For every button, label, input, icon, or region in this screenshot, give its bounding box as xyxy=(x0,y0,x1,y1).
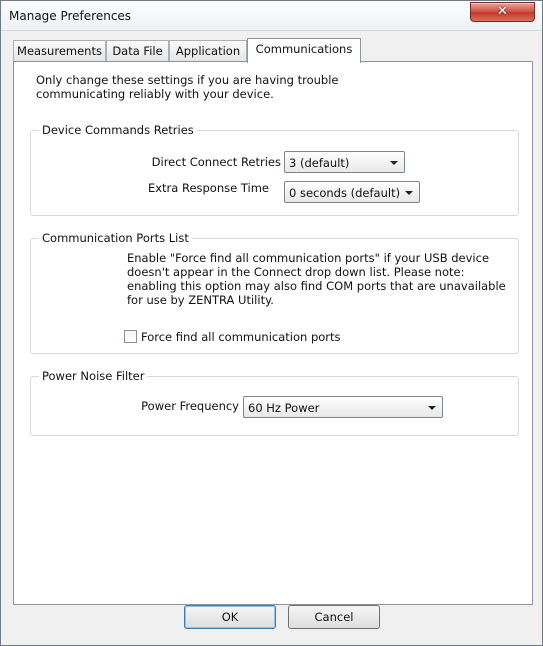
tab-label: Communications xyxy=(255,42,353,56)
power-frequency-select[interactable]: 60 Hz Power xyxy=(243,396,443,418)
window-title: Manage Preferences xyxy=(9,9,132,23)
extra-response-time-select[interactable]: 0 seconds (default) xyxy=(284,181,420,203)
device-retries-title: Device Commands Retries xyxy=(39,123,197,137)
direct-connect-value: 3 (default) xyxy=(289,156,350,170)
tab-label: Measurements xyxy=(17,44,102,58)
ok-button[interactable]: OK xyxy=(184,605,276,629)
tab-communications[interactable]: Communications xyxy=(247,38,361,63)
tab-application[interactable]: Application xyxy=(169,40,247,62)
tab-label: Data File xyxy=(112,44,163,58)
ports-title: Communication Ports List xyxy=(39,231,192,245)
extra-response-value: 0 seconds (default) xyxy=(289,186,401,200)
cancel-button[interactable]: Cancel xyxy=(288,605,380,629)
direct-connect-label: Direct Connect Retries xyxy=(151,155,281,169)
close-button[interactable]: ✕ xyxy=(470,2,535,22)
ok-label: OK xyxy=(221,610,239,624)
extra-response-label: Extra Response Time xyxy=(147,181,269,195)
tab-data-file[interactable]: Data File xyxy=(106,40,169,62)
power-frequency-value: 60 Hz Power xyxy=(248,401,320,415)
manage-preferences-window: Manage Preferences ✕ Measurements Data F… xyxy=(0,0,543,646)
ports-help-text: Enable "Force find all communication por… xyxy=(127,251,506,307)
device-retries-group: Device Commands Retries Direct Connect R… xyxy=(30,123,519,216)
close-icon: ✕ xyxy=(497,4,508,19)
title-bar[interactable]: Manage Preferences ✕ xyxy=(1,1,542,31)
chevron-down-icon xyxy=(390,161,398,165)
cancel-label: Cancel xyxy=(314,610,354,624)
communications-panel: Only change these settings if you are ha… xyxy=(13,61,533,605)
force-find-ports-checkbox[interactable] xyxy=(124,330,137,343)
power-frequency-label: Power Frequency xyxy=(141,399,239,413)
intro-text: Only change these settings if you are ha… xyxy=(36,73,339,101)
tab-strip: Measurements Data File Application Commu… xyxy=(13,38,533,63)
power-noise-title: Power Noise Filter xyxy=(39,369,148,383)
direct-connect-retries-select[interactable]: 3 (default) xyxy=(284,151,405,173)
tab-label: Application xyxy=(175,44,241,58)
chevron-down-icon xyxy=(405,191,413,195)
force-find-ports-label[interactable]: Force find all communication ports xyxy=(141,330,341,344)
chevron-down-icon xyxy=(428,406,436,410)
ports-group: Communication Ports List Enable "Force f… xyxy=(30,231,519,354)
power-noise-group: Power Noise Filter Power Frequency 60 Hz… xyxy=(30,369,519,436)
tab-measurements[interactable]: Measurements xyxy=(13,40,106,62)
